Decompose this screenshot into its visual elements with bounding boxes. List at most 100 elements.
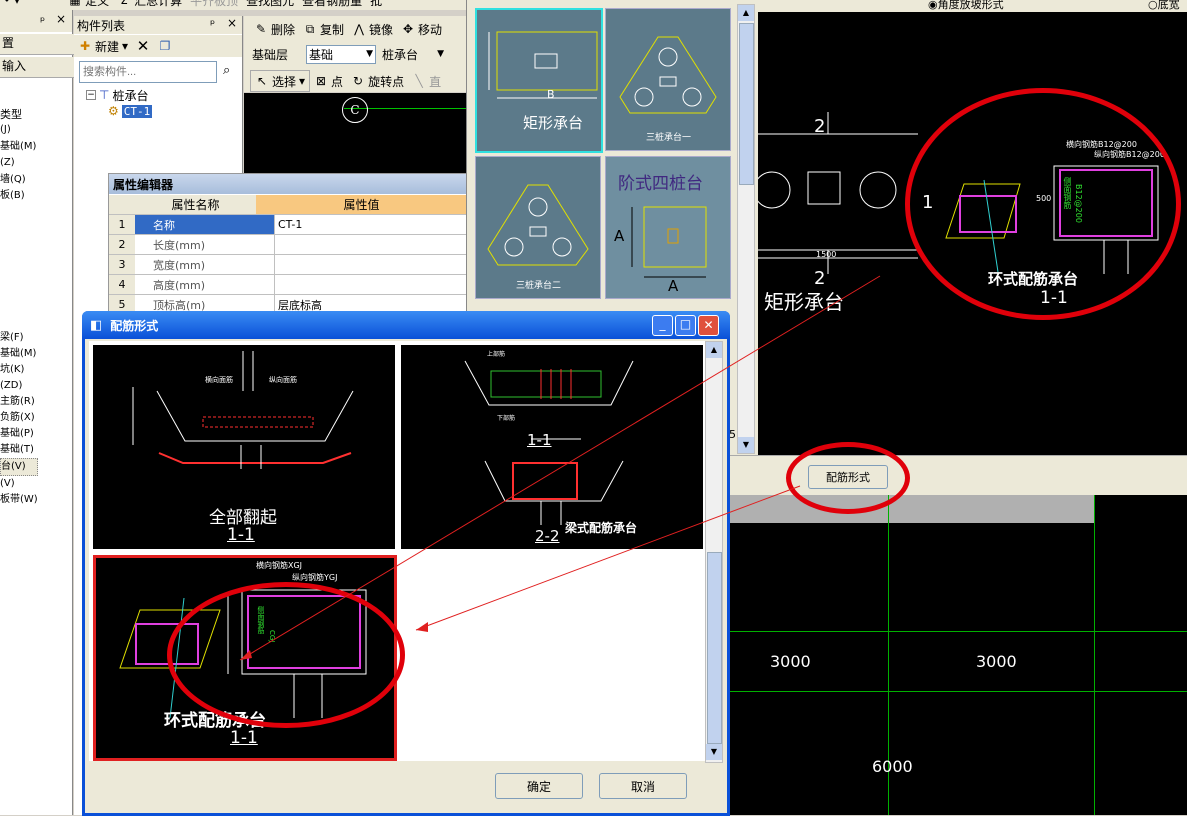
move-button[interactable]: ✥ 移动 xyxy=(397,19,446,39)
radio-angle[interactable]: ◉ 角度放坡形式 xyxy=(928,0,1004,12)
all-flip-h-label: 横向面筋 xyxy=(205,376,233,384)
type-select[interactable]: 桩承台 ▼ xyxy=(380,46,446,63)
scroll-thumb[interactable] xyxy=(707,552,722,744)
option-all-flip[interactable]: 横向面筋 纵向面筋 全部翻起 1-1 xyxy=(93,345,395,549)
left-nav-item[interactable]: (J) xyxy=(0,122,36,139)
scroll-down-icon[interactable]: ▼ xyxy=(738,437,754,453)
property-editor: 属性编辑器 属性名称 属性值 1 名称 CT-1 2 长度(mm) 3 宽度(mm) 4 高度(… xyxy=(108,173,471,315)
define-button[interactable]: ▦ 定义 xyxy=(64,0,113,10)
flat-top-button[interactable]: 平齐板顶 xyxy=(186,0,242,10)
property-value[interactable] xyxy=(274,275,467,294)
left-nav-item[interactable]: (ZD) xyxy=(0,378,38,394)
property-row[interactable]: 1 名称 CT-1 xyxy=(109,215,467,235)
cad-viewport-bottom[interactable]: 3000 3000 6000 xyxy=(724,495,1187,815)
find-element-button[interactable]: 查找图元 xyxy=(242,0,298,10)
rotate-point-button[interactable]: ↻ 旋转点 xyxy=(347,71,408,91)
left-nav-item[interactable]: 台(V) xyxy=(0,458,38,476)
left-nav-item[interactable]: 主筋(R) xyxy=(0,394,38,410)
tree-child[interactable]: ⚙ CT-1 xyxy=(108,103,153,119)
tree-root[interactable]: − ⊤ 桩承台 xyxy=(86,87,152,103)
component-tree: − ⊤ 桩承台 ⚙ CT-1 xyxy=(86,87,153,119)
pin-icon[interactable]: ᵖ xyxy=(210,17,215,31)
left-nav-item[interactable]: (Z) xyxy=(0,155,36,172)
straight-button[interactable]: ╲ 直 xyxy=(408,71,445,91)
ok-button[interactable]: 确定 xyxy=(495,773,583,799)
left-nav-item[interactable]: 板带(W) xyxy=(0,492,38,508)
left-nav-item[interactable]: 基础(T) xyxy=(0,442,38,458)
shape-three-pile-2[interactable]: 三桩承台二 xyxy=(475,156,601,299)
delete-button[interactable]: ✎ 删除 xyxy=(250,19,299,39)
close-icon[interactable]: × xyxy=(56,12,66,26)
delete-component-button[interactable]: ✕ xyxy=(132,36,154,56)
search-input[interactable] xyxy=(79,61,217,83)
maximize-button[interactable]: □ xyxy=(675,315,696,336)
annotation-ring-button xyxy=(786,442,910,514)
shape-step-four-pile[interactable]: 阶式四桩台 A A xyxy=(605,156,731,299)
settings-item[interactable]: 置 xyxy=(0,34,74,55)
property-row[interactable]: 2 长度(mm) xyxy=(109,235,467,255)
left-nav-item[interactable]: 基础(P) xyxy=(0,426,38,442)
batch-button[interactable]: 批 xyxy=(366,0,386,10)
left-nav-item[interactable]: 梁(F) xyxy=(0,330,38,346)
property-editor-header: 属性编辑器 xyxy=(109,174,471,194)
dialog-scrollbar[interactable]: ▲ ▼ xyxy=(705,341,723,763)
left-nav-item[interactable]: 坑(K) xyxy=(0,362,38,378)
left-nav-item[interactable]: (V) xyxy=(0,476,38,492)
mirror-button[interactable]: ⋀ 镜像 xyxy=(348,19,397,39)
undo-button[interactable]: ↶▾ xyxy=(0,0,24,10)
line-icon: ╲ xyxy=(415,74,423,88)
property-row[interactable]: 3 宽度(mm) xyxy=(109,255,467,275)
gallery-scrollbar[interactable]: ▲ ▼ xyxy=(737,4,755,454)
left-nav-item[interactable]: 负筋(X) xyxy=(0,410,38,426)
point-button[interactable]: ⊠ 点 xyxy=(310,71,347,91)
annotation-ring-preview xyxy=(905,88,1181,320)
left-nav-item[interactable]: 墙(Q) xyxy=(0,172,36,189)
beam-bottom-rebar: 下部筋 xyxy=(497,415,516,422)
property-value[interactable]: CT-1 xyxy=(274,215,467,234)
scroll-down-icon[interactable]: ▼ xyxy=(706,744,722,760)
scroll-up-icon[interactable]: ▲ xyxy=(738,5,754,21)
property-value[interactable] xyxy=(274,235,467,254)
cad-viewport-left[interactable]: C xyxy=(244,93,466,173)
grid-line-h2 xyxy=(724,691,1187,692)
close-button[interactable]: ✕ xyxy=(698,315,719,336)
view-rebar-button[interactable]: 查看钢筋量 xyxy=(298,0,366,10)
dialog-title: 配筋形式 xyxy=(110,318,159,333)
option-beam-type[interactable]: 上部筋 下部筋 1-1 2-2 梁式配筋承台 xyxy=(401,345,703,549)
left-nav-item[interactable]: 基础(M) xyxy=(0,139,36,156)
floor-select[interactable]: 基础 ▼ xyxy=(306,44,376,64)
property-table: 属性名称 属性值 1 名称 CT-1 2 长度(mm) 3 宽度(mm) 4 高度(mm) 5 顶标… xyxy=(109,195,467,315)
left-nav-item[interactable]: 基础(M) xyxy=(0,346,38,362)
new-component-button[interactable]: ✚ 新建 ▾ xyxy=(74,36,132,56)
search-icon[interactable]: ⌕ xyxy=(223,63,230,78)
minimize-button[interactable]: _ xyxy=(652,315,673,336)
mirror-icon: ⋀ xyxy=(354,22,364,36)
beam-type-drawing xyxy=(464,360,634,525)
input-item[interactable]: 输入 xyxy=(0,57,74,78)
all-flip-section: 1-1 xyxy=(227,525,255,545)
property-value[interactable] xyxy=(274,255,467,274)
scroll-thumb[interactable] xyxy=(739,23,754,185)
col-value-header: 属性值 xyxy=(256,195,467,214)
pin-icon[interactable]: ᵖ xyxy=(40,14,45,28)
copy-component-button[interactable]: ❐ xyxy=(154,36,176,56)
expand-icon[interactable]: − xyxy=(86,90,96,100)
sum-calc-button[interactable]: Σ 汇总计算 xyxy=(113,0,186,10)
shape-rect-cap[interactable]: B 矩形承台 xyxy=(475,8,603,153)
scroll-up-icon[interactable]: ▲ xyxy=(706,342,722,358)
radio-bottom[interactable]: ○ 底宽 xyxy=(1148,0,1180,12)
chevron-down-icon: ▼ xyxy=(366,49,373,59)
copy-button[interactable]: ⧉ 复制 xyxy=(299,19,348,39)
cancel-button[interactable]: 取消 xyxy=(599,773,687,799)
layer-select[interactable]: 基础层 xyxy=(252,46,302,63)
close-icon[interactable]: × xyxy=(227,16,237,30)
property-row[interactable]: 4 高度(mm) xyxy=(109,275,467,295)
shape-three-pile-1[interactable]: 三桩承台一 xyxy=(605,8,731,151)
dim-3000-a: 3000 xyxy=(770,652,811,671)
copy-icon: ⧉ xyxy=(305,22,315,36)
left-nav-item[interactable]: 板(B) xyxy=(0,188,36,205)
rebar-form-dialog: ◧ 配筋形式 _ □ ✕ 横向面筋 纵向面筋 全部翻起 1-1 上部筋 下部筋 … xyxy=(82,311,730,816)
rebar-options-area: 横向面筋 纵向面筋 全部翻起 1-1 上部筋 下部筋 1-1 2-2 梁式配筋承… xyxy=(89,341,705,761)
select-button[interactable]: ↖ 选择 ▾ xyxy=(250,70,311,92)
beam-top-rebar: 上部筋 xyxy=(487,351,506,358)
